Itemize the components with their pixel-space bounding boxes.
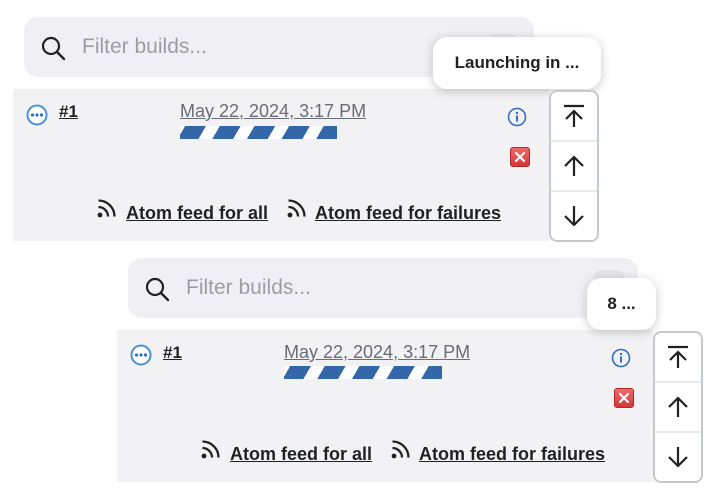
arrow-down-icon — [668, 447, 688, 468]
rss-feed-icon — [391, 440, 410, 459]
filter-builds-input[interactable] — [186, 272, 506, 304]
rss-feed-icon — [201, 440, 220, 459]
info-icon[interactable] — [611, 348, 631, 368]
cancel-build-icon[interactable] — [614, 388, 634, 408]
scroll-up-button[interactable] — [655, 383, 701, 433]
build-date-link[interactable]: May 22, 2024, 3:17 PM — [284, 342, 470, 363]
tooltip-text: 8 ... — [607, 294, 636, 313]
arrow-to-top-icon — [668, 345, 688, 368]
scroll-down-button[interactable] — [655, 433, 701, 481]
arrow-up-icon — [668, 396, 688, 417]
build-history-list: #1 May 22, 2024, 3:17 PM Atom feed for a… — [117, 330, 653, 482]
build-history-panel-2: #1 May 22, 2024, 3:17 PM Atom feed for a… — [0, 0, 711, 497]
atom-feed-all-link[interactable]: Atom feed for all — [230, 444, 372, 465]
scroll-to-top-button[interactable] — [655, 333, 701, 383]
countdown-tooltip: 8 ... — [587, 278, 656, 330]
build-in-progress-icon — [130, 344, 152, 366]
build-number-link[interactable]: #1 — [163, 343, 182, 363]
build-progress-bar — [284, 366, 442, 379]
scroll-navigation — [653, 331, 703, 483]
search-icon — [145, 277, 170, 302]
atom-feed-failures-link[interactable]: Atom feed for failures — [419, 444, 605, 465]
filter-builds-search[interactable] — [128, 258, 638, 318]
close-icon — [618, 392, 630, 404]
